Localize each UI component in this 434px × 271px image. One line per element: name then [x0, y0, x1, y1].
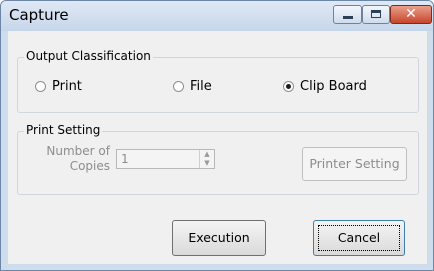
execution-label: Execution	[188, 230, 250, 245]
close-button[interactable]: ✕	[390, 5, 432, 24]
capture-dialog: Capture ✕ Output Classification Print Fi…	[0, 0, 434, 271]
radio-clip-board-label: Clip Board	[300, 79, 367, 94]
maximize-button[interactable]	[362, 5, 390, 24]
radio-clip-board-circle	[283, 81, 294, 92]
radio-clip-board[interactable]: Clip Board	[283, 79, 367, 94]
dialog-body: Output Classification Print File Clip Bo…	[8, 31, 427, 264]
spin-down-icon[interactable]: ▼	[200, 159, 214, 168]
radio-file-label: File	[190, 79, 212, 94]
copies-label-line2: Copies	[69, 159, 110, 173]
radio-file-circle	[173, 81, 184, 92]
print-setting-legend: Print Setting	[24, 123, 103, 137]
radio-print-label: Print	[52, 79, 82, 94]
output-classification-group: Output Classification Print File Clip Bo…	[17, 49, 419, 113]
printer-setting-button[interactable]: Printer Setting	[302, 147, 407, 181]
output-classification-legend: Output Classification	[24, 49, 153, 63]
copies-label: Number of Copies	[30, 144, 110, 174]
printer-setting-label: Printer Setting	[309, 156, 400, 171]
radio-print[interactable]: Print	[35, 79, 82, 94]
execution-button[interactable]: Execution	[172, 220, 266, 256]
copies-value: 1	[121, 152, 129, 166]
radio-print-circle	[35, 81, 46, 92]
focus-ring	[318, 225, 400, 251]
radio-file[interactable]: File	[173, 79, 212, 94]
minimize-button[interactable]	[333, 5, 362, 24]
window-title: Capture	[9, 6, 69, 24]
close-icon: ✕	[405, 6, 417, 22]
minimize-icon	[343, 16, 353, 19]
maximize-icon	[371, 10, 381, 18]
cancel-button[interactable]: Cancel	[313, 220, 405, 256]
copies-spinner[interactable]: 1 ▲ ▼	[116, 149, 215, 169]
print-setting-group: Print Setting Number of Copies 1 ▲ ▼ Pri…	[17, 123, 419, 195]
radio-selected-dot	[286, 84, 291, 89]
spin-up-icon[interactable]: ▲	[200, 150, 214, 159]
spinner-buttons[interactable]: ▲ ▼	[199, 150, 214, 168]
copies-label-line1: Number of	[46, 144, 110, 158]
title-bar[interactable]: Capture ✕	[1, 1, 433, 31]
